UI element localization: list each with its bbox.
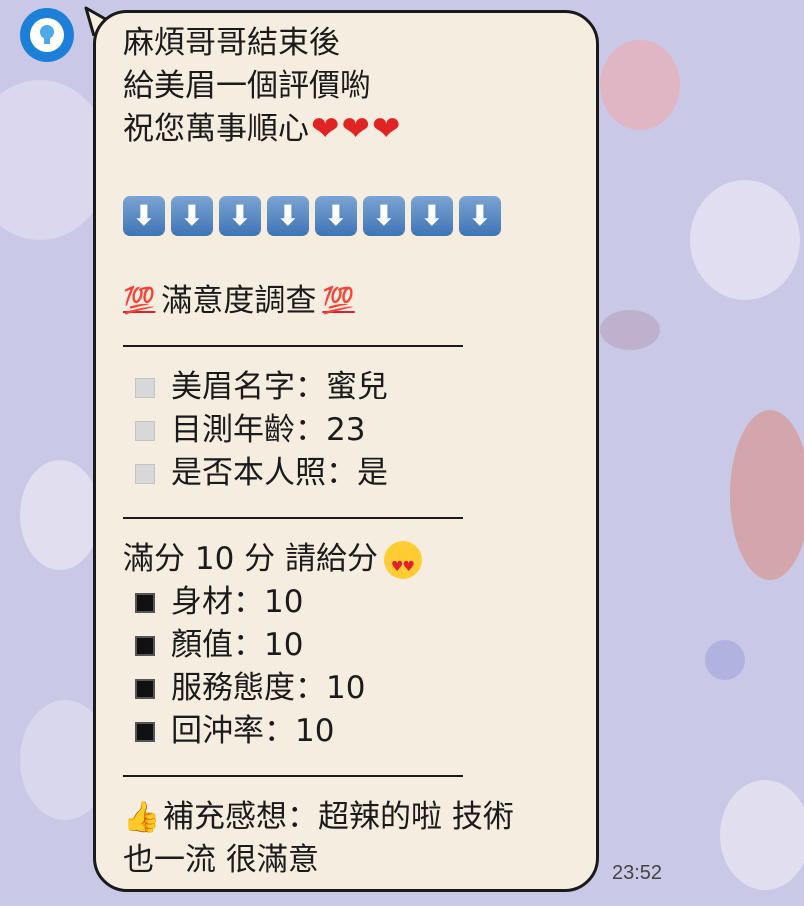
score-item-text: 服務態度：10 — [171, 670, 366, 706]
down-arrows-row: ⬇ ⬇ ⬇ ⬇ ⬇ ⬇ ⬇ ⬇ — [123, 194, 583, 237]
grey-square-icon — [135, 377, 155, 398]
heart-icon: ❤ — [311, 109, 340, 149]
wallpaper-paw-shape — [705, 640, 745, 680]
wallpaper-mushroom-shape — [600, 310, 660, 350]
info-item: 是否本人照：是 — [123, 452, 583, 495]
avatar-bulb-icon — [30, 18, 64, 52]
message-line-text: 祝您萬事順心 — [123, 111, 309, 147]
score-item-text: 回沖率：10 — [171, 713, 335, 749]
thumbs-up-icon: 👍 — [123, 800, 161, 835]
avatar[interactable] — [20, 8, 74, 62]
info-item-text: 目測年齡：23 — [171, 412, 366, 448]
down-arrow-icon: ⬇ — [315, 195, 357, 236]
info-item-text: 是否本人照：是 — [171, 455, 388, 491]
survey-title: 滿意度調查 — [161, 283, 317, 319]
down-arrow-icon: ⬇ — [219, 195, 261, 236]
grey-square-icon — [135, 420, 155, 441]
message-line: 給美眉一個評價喲 — [123, 68, 371, 104]
message-line: 祝您萬事順心 ❤ ❤ ❤ — [123, 108, 583, 151]
message-line: 麻煩哥哥結束後 — [123, 25, 340, 61]
wallpaper-cat-shape — [20, 460, 100, 570]
info-item: 目測年齡：23 — [123, 409, 583, 452]
wallpaper-cat-shape — [720, 780, 804, 890]
score-item: 顏值：10 — [123, 624, 583, 667]
black-square-icon — [135, 592, 155, 613]
down-arrow-icon: ⬇ — [123, 195, 165, 236]
score-prompt: 滿分 10 分 請給分 — [123, 541, 379, 577]
wallpaper-cat-shape — [600, 40, 680, 130]
divider-line — [123, 753, 583, 796]
black-square-icon — [135, 721, 155, 742]
score-prompt-row: 滿分 10 分 請給分 — [123, 538, 583, 589]
heart-icon: ❤ — [341, 109, 371, 149]
survey-title-row: 💯 滿意度調查 💯 — [123, 280, 583, 323]
comment-row: 👍 補充感想：超辣的啦 技術 — [123, 796, 583, 839]
hundred-points-icon: 💯 — [123, 286, 156, 316]
down-arrow-icon: ⬇ — [459, 195, 501, 236]
score-item-text: 身材：10 — [171, 584, 304, 620]
grey-square-icon — [135, 463, 155, 484]
info-item: 美眉名字：蜜兒 — [123, 366, 583, 409]
heart-eyes-emoji-icon — [384, 540, 423, 589]
divider-line — [123, 323, 583, 366]
heart-icon: ❤ — [372, 109, 401, 149]
down-arrow-icon: ⬇ — [267, 195, 309, 236]
message-text: 麻煩哥哥結束後 給美眉一個評價喲 祝您萬事順心 ❤ ❤ ❤ ⬇ ⬇ ⬇ ⬇ ⬇ … — [123, 22, 583, 882]
wallpaper-cat-shape — [730, 410, 804, 580]
score-item: 服務態度：10 — [123, 667, 583, 710]
score-item-text: 顏值：10 — [171, 627, 304, 663]
down-arrow-icon: ⬇ — [411, 195, 453, 236]
down-arrow-icon: ⬇ — [363, 195, 405, 236]
down-arrow-icon: ⬇ — [171, 195, 213, 236]
divider-line — [123, 495, 583, 538]
black-square-icon — [135, 635, 155, 656]
score-item: 回沖率：10 — [123, 710, 583, 753]
info-item-text: 美眉名字：蜜兒 — [171, 369, 388, 405]
black-square-icon — [135, 678, 155, 699]
wallpaper-cat-shape — [690, 180, 800, 300]
hundred-points-icon: 💯 — [322, 286, 355, 316]
message-timestamp: 23:52 — [612, 862, 663, 884]
comment-text: 補充感想：超辣的啦 技術 — [163, 799, 514, 835]
comment-text-cont: 也一流 很滿意 — [123, 842, 319, 878]
score-item: 身材：10 — [123, 581, 583, 624]
